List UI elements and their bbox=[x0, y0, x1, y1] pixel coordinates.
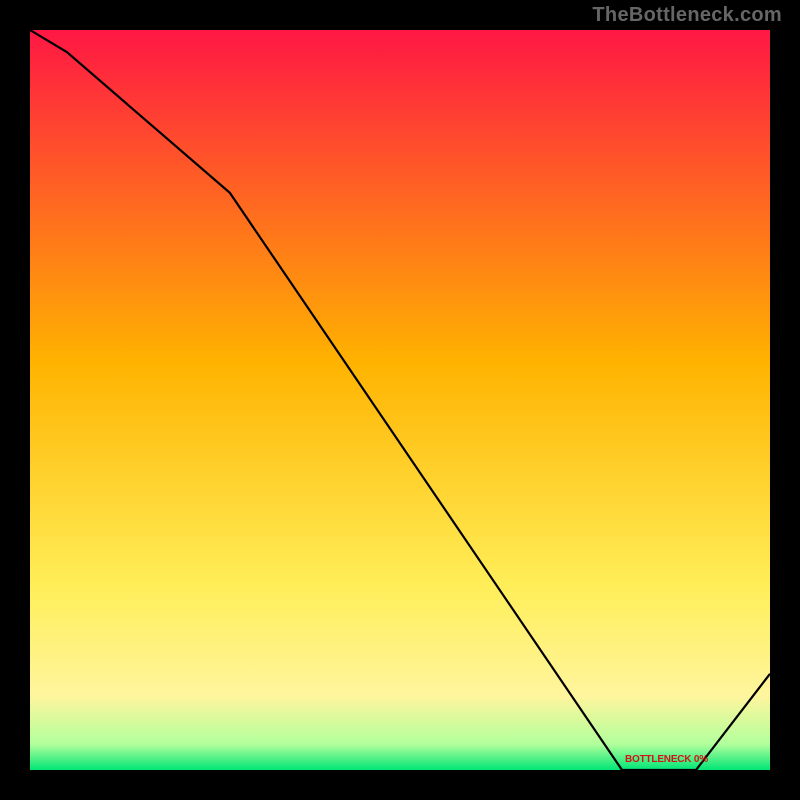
gradient-field bbox=[30, 30, 770, 770]
baseline-label: BOTTLENECK 0% bbox=[625, 754, 708, 765]
chart-plot-area: BOTTLENECK 0% bbox=[30, 30, 770, 770]
chart-frame: TheBottleneck.com BOTTLENECK 0% bbox=[0, 0, 800, 800]
chart-svg: BOTTLENECK 0% bbox=[30, 30, 770, 770]
watermark: TheBottleneck.com bbox=[592, 4, 782, 27]
